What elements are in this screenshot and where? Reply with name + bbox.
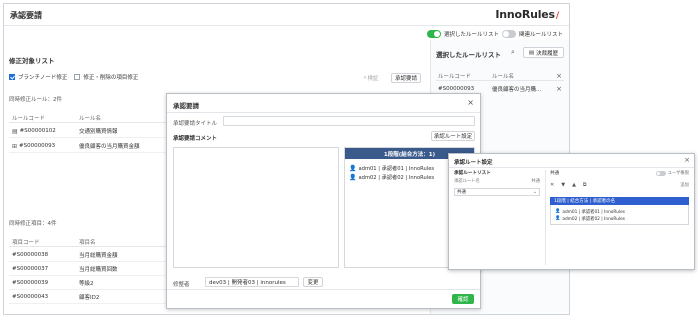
comment-label: 承認要請コメント bbox=[173, 136, 218, 142]
change-button[interactable]: 変更 bbox=[303, 277, 323, 287]
search-icon[interactable]: ⌕ bbox=[511, 48, 515, 57]
user-auth-toggle[interactable] bbox=[655, 170, 666, 176]
confirm-button[interactable]: 確認 bbox=[452, 294, 474, 304]
verify-button[interactable]: ⌕ 検証 bbox=[360, 73, 382, 83]
branch-node-checkbox[interactable] bbox=[9, 74, 15, 80]
close-icon[interactable]: × bbox=[467, 98, 474, 107]
stage-approvers-box: 👤 adm01 | 承認者01 | InnoRules 👤 adm02 | 承認者0… bbox=[550, 205, 689, 225]
editor-field: dev03 | 開発者03 | innorules bbox=[205, 277, 299, 287]
approval-history-button[interactable]: ▤ 決裁履歴 bbox=[523, 47, 564, 58]
person-icon: 👤 bbox=[349, 174, 357, 181]
page-title: 承認要請 bbox=[10, 11, 42, 20]
search-icon: ⌕ bbox=[363, 74, 367, 81]
add-stage-button[interactable]: 追加 bbox=[680, 182, 689, 188]
request-approval-button[interactable]: 承認要請 bbox=[391, 73, 421, 83]
selected-rules-toggle[interactable] bbox=[426, 30, 441, 38]
route-detail-pane: 共通 ユーザ権限 ✕ ▼ ▲ ⧉ 追加 1段階 | 結合方法 | 承認者の名 👤… bbox=[550, 170, 689, 265]
request-title-label: 承認要請タイトル bbox=[173, 121, 218, 127]
route-type-select[interactable]: 共通 ⌄ bbox=[454, 188, 540, 196]
chevron-down-icon: ⌄ bbox=[532, 189, 537, 195]
list-item: 👤 adm01 | 承認者01 | InnoRules bbox=[555, 209, 626, 215]
arrow-up-icon[interactable]: ▲ bbox=[572, 182, 576, 188]
close-icon[interactable]: × bbox=[554, 85, 564, 93]
modify-delete-checkbox[interactable] bbox=[74, 74, 81, 80]
request-title-input[interactable] bbox=[223, 116, 475, 126]
close-icon[interactable]: ✕ bbox=[550, 182, 554, 188]
dialog-title: 承認要請 bbox=[173, 102, 199, 110]
person-icon: 👤 bbox=[555, 209, 561, 214]
person-icon: 👤 bbox=[349, 165, 357, 172]
tree-icon: ⊞ bbox=[12, 142, 18, 150]
innorules-logo: InnoRules∕ bbox=[495, 8, 559, 21]
route-setting-dialog: 承認ルート設定 × 承認ルートリスト 承認ルート名 共通 共通 ⌄ 共通 ユーザ… bbox=[448, 153, 695, 270]
toggle-row: 選択したルールリスト 関連ルールリスト bbox=[426, 30, 563, 38]
logo-mark: ∕ bbox=[555, 11, 559, 21]
user-auth-toggle-row: ユーザ権限 bbox=[655, 170, 689, 176]
rule-count: 同時修正ルール：2件 bbox=[9, 97, 62, 103]
target-list-title: 修正対象リスト bbox=[9, 57, 55, 65]
route-list-title: 承認ルートリスト bbox=[454, 171, 491, 176]
header-divider bbox=[4, 25, 569, 26]
dialog-divider bbox=[449, 167, 694, 168]
footer-divider bbox=[167, 289, 480, 290]
branch-node-label: ブランチノード修正 bbox=[18, 75, 68, 81]
table-icon: ▤ bbox=[12, 127, 18, 135]
selected-rules-toggle-label: 選択したルールリスト bbox=[443, 32, 499, 38]
selected-rules-title: 選択したルールリスト bbox=[436, 51, 501, 59]
route-list-pane: 承認ルートリスト 承認ルート名 共通 共通 ⌄ bbox=[454, 170, 540, 265]
approval-dialog: 承認要請 × 承認要請タイトル 承認要請コメント 承認ルート設定 1段階(結合方… bbox=[166, 93, 481, 309]
editor-label: 修整者 bbox=[173, 282, 190, 288]
close-icon[interactable]: × bbox=[554, 72, 564, 80]
comment-textarea[interactable] bbox=[173, 147, 339, 268]
route-setting-button[interactable]: 承認ルート設定 bbox=[431, 131, 475, 141]
person-icon: 👤 bbox=[555, 216, 561, 221]
filter-checkboxes: ブランチノード修正 修正・削除の項目修正 bbox=[9, 73, 138, 81]
modify-delete-label: 修正・削除の項目修正 bbox=[83, 75, 139, 81]
item-count: 同時修正項目：4件 bbox=[9, 221, 57, 227]
route-toolbar: ✕ ▼ ▲ ⧉ bbox=[550, 182, 587, 188]
arrow-down-icon[interactable]: ▼ bbox=[561, 182, 565, 188]
copy-icon[interactable]: ⧉ bbox=[583, 182, 587, 188]
dialog-title: 承認ルート設定 bbox=[454, 160, 493, 166]
selected-rules-header: ルールコード ルール名 × bbox=[436, 71, 564, 81]
document-icon: ▤ bbox=[528, 49, 535, 56]
route-list-header: 承認ルート名 共通 bbox=[454, 179, 540, 184]
related-rules-toggle-label: 関連ルールリスト bbox=[518, 32, 563, 38]
related-rules-toggle[interactable] bbox=[501, 30, 516, 38]
stage-bar: 1段階 | 結合方法 | 承認者の名 bbox=[550, 197, 689, 205]
pane-divider bbox=[545, 170, 546, 265]
dialog-divider bbox=[167, 112, 480, 113]
list-item: 👤 adm02 | 承認者02 | InnoRules bbox=[555, 216, 626, 222]
close-icon[interactable]: × bbox=[684, 156, 690, 164]
